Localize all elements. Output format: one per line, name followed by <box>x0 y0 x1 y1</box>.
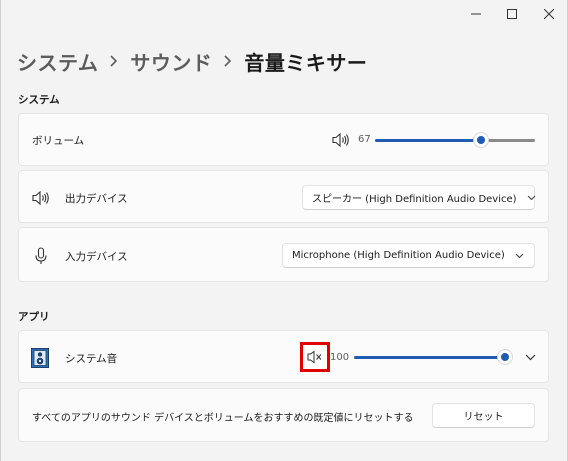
volume-slider-thumb[interactable] <box>473 132 489 148</box>
reset-button[interactable]: リセット <box>432 403 535 428</box>
input-device-label: 入力デバイス <box>65 251 128 263</box>
volume-slider-track <box>481 139 535 142</box>
volume-card: ボリューム 67 <box>18 113 549 166</box>
app-card-system-sounds: システム音 100 <box>18 330 549 383</box>
minimize-button[interactable] <box>459 0 493 28</box>
maximize-button[interactable] <box>495 0 529 28</box>
volume-mixer-window: システム サウンド 音量ミキサー システム ボリューム 67 出力デバイス スピ… <box>0 0 568 461</box>
close-icon <box>544 9 554 19</box>
app-volume-value: 100 <box>330 352 350 363</box>
maximize-icon <box>507 9 517 19</box>
minimize-icon <box>471 13 481 15</box>
chevron-down-icon <box>527 195 536 201</box>
output-device-dropdown[interactable]: スピーカー (High Definition Audio Device) <box>302 185 535 210</box>
chevron-down-icon[interactable] <box>523 350 537 364</box>
close-button[interactable] <box>532 0 566 28</box>
page-title: 音量ミキサー <box>244 50 368 75</box>
microphone-icon <box>35 247 47 265</box>
section-label-system: システム <box>18 94 60 106</box>
app-volume-slider-thumb[interactable] <box>497 349 513 365</box>
system-sounds-icon <box>31 348 49 368</box>
speaker-icon[interactable] <box>332 132 350 148</box>
volume-value: 67 <box>358 134 371 145</box>
app-name-system-sounds: システム音 <box>65 353 118 365</box>
input-device-card: 入力デバイス Microphone (High Definition Audio… <box>18 227 549 282</box>
input-device-selected: Microphone (High Definition Audio Device… <box>292 250 505 261</box>
breadcrumb-item-sound[interactable]: サウンド <box>130 47 212 76</box>
chevron-right-icon <box>110 55 118 67</box>
output-device-card: 出力デバイス スピーカー (High Definition Audio Devi… <box>18 170 549 223</box>
reset-card: すべてのアプリのサウンド デバイスとボリュームをおすすめの既定値にリセットする … <box>18 388 549 442</box>
mute-button-highlight[interactable] <box>300 342 330 372</box>
volume-label: ボリューム <box>32 135 85 147</box>
volume-slider-fill <box>375 139 481 142</box>
app-volume-slider-fill <box>354 356 502 359</box>
chevron-down-icon <box>515 253 524 259</box>
breadcrumb-item-system[interactable]: システム <box>17 47 98 76</box>
breadcrumb: システム サウンド 音量ミキサー <box>17 46 367 76</box>
speaker-muted-icon <box>307 350 322 364</box>
speaker-icon <box>32 190 50 206</box>
input-device-dropdown[interactable]: Microphone (High Definition Audio Device… <box>282 243 535 268</box>
output-device-label: 出力デバイス <box>65 193 128 205</box>
chevron-right-icon <box>224 55 232 67</box>
section-label-apps: アプリ <box>18 311 50 323</box>
reset-description: すべてのアプリのサウンド デバイスとボリュームをおすすめの既定値にリセットする <box>32 413 414 424</box>
output-device-selected: スピーカー (High Definition Audio Device) <box>312 194 517 205</box>
